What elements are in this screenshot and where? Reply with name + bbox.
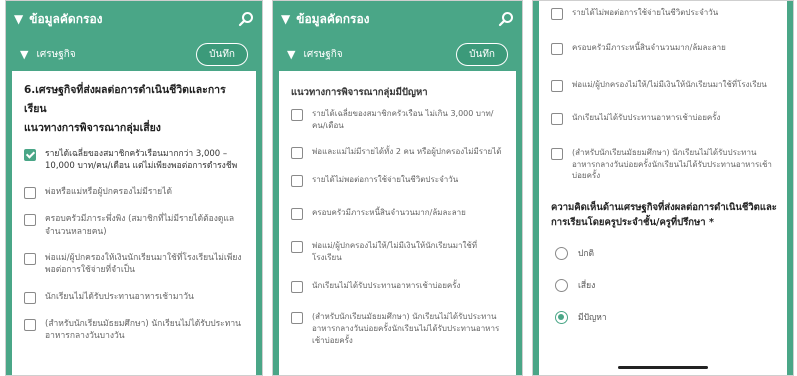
- checkbox[interactable]: [291, 175, 303, 188]
- screen-panel-1: ▼ ข้อมูลคัดกรอง ▼ เศรษฐกิจ บันทึก 6.เศรษ…: [5, 0, 263, 376]
- option-label: รายได้เฉลี่ยของสมาชิกครัวเรือน ไม่เกิน 3…: [312, 109, 494, 130]
- radio-option[interactable]: มีปัญหา: [555, 310, 777, 324]
- checkbox-option[interactable]: ครอบครัวมีภาระหนี้สินจำนวนมาก/ล้มละลาย: [291, 207, 506, 221]
- checkbox-option[interactable]: รายได้เฉลี่ยของสมาชิกครัวเรือนมากกว่า 3,…: [24, 148, 246, 173]
- checkbox-option[interactable]: พ่อหรือแม่หรือผู้ปกครองไม่มีรายได้: [24, 186, 246, 200]
- option-label: นักเรียนไม่ได้รับประทานอาหารเช้าบ่อยครั้…: [572, 113, 721, 122]
- checkbox[interactable]: [291, 281, 303, 294]
- radio-label: มีปัญหา: [578, 313, 607, 324]
- checkbox-option[interactable]: (สำหรับนักเรียนมัธยมศึกษา) นักเรียนไม่ได…: [551, 147, 777, 182]
- option-label: นักเรียนไม่ได้รับประทานอาหารเช้าบ่อยครั้…: [312, 281, 461, 291]
- option-label: (สำหรับนักเรียนมัธยมศึกษา) นักเรียนไม่ได…: [572, 148, 772, 181]
- section-header[interactable]: ▼ เศรษฐกิจ บันทึก: [279, 37, 516, 71]
- checkbox-option[interactable]: ครอบครัวมีภาระหนี้สินจำนวนมาก/ล้มละลาย: [551, 42, 777, 55]
- option-label: นักเรียนไม่ได้รับประทานอาหารเช้ามาวัน: [45, 291, 194, 302]
- screen-panel-2: ▼ ข้อมูลคัดกรอง ▼ เศรษฐกิจ บันทึก แนวทาง…: [272, 0, 523, 376]
- section-container: รายได้ไม่พอต่อการใช้จ่ายในชีวิตประจำวัน …: [533, 1, 793, 375]
- radio-option[interactable]: ปกติ: [555, 246, 777, 260]
- checkbox-option[interactable]: รายได้ไม่พอต่อการใช้จ่ายในชีวิตประจำวัน: [291, 174, 506, 188]
- checkbox-option[interactable]: พ่อแม่/ผู้ปกครองไม่ให้/ไม่มีเงินให้นักเร…: [291, 240, 506, 263]
- chevron-down-icon[interactable]: ▼: [287, 48, 295, 61]
- option-label: ครอบครัวมีภาระหนี้สินจำนวนมาก/ล้มละลาย: [312, 208, 466, 218]
- checkbox-option[interactable]: นักเรียนไม่ได้รับประทานอาหารเช้าบ่อยครั้…: [291, 280, 506, 294]
- checkbox-option[interactable]: นักเรียนไม่ได้รับประทานอาหารเช้ามาวัน: [24, 291, 246, 304]
- checkbox[interactable]: [551, 8, 563, 20]
- checkbox[interactable]: [551, 148, 563, 160]
- checkbox-option[interactable]: รายได้ไม่พอต่อการใช้จ่ายในชีวิตประจำวัน: [551, 7, 777, 20]
- radio-label: เสี่ยง: [578, 281, 596, 292]
- radio-label: ปกติ: [578, 249, 595, 260]
- radio-button[interactable]: [555, 310, 568, 324]
- home-indicator: [618, 366, 708, 369]
- section-label: เศรษฐกิจ: [303, 48, 343, 60]
- app-header: ▼ ข้อมูลคัดกรอง: [273, 1, 522, 37]
- checkbox-option[interactable]: พ่อแม่/ผู้ปกครองให้เงินนักเรียนมาใช้ที่โ…: [24, 252, 246, 277]
- checkbox[interactable]: [551, 113, 563, 125]
- checkbox-option[interactable]: นักเรียนไม่ได้รับประทานอาหารเช้าบ่อยครั้…: [551, 112, 777, 125]
- checkbox[interactable]: [551, 80, 563, 92]
- option-label: พ่อแม่/ผู้ปกครองไม่ให้/ไม่มีเงินให้นักเร…: [572, 80, 767, 89]
- checkbox[interactable]: [24, 214, 36, 227]
- section-header[interactable]: ▼ เศรษฐกิจ บันทึก: [12, 37, 256, 71]
- checkbox[interactable]: [291, 147, 303, 160]
- checkbox-option[interactable]: ครอบครัวมีภาระพึ่งพิง (สมาชิกที่ไม่มีราย…: [24, 213, 246, 238]
- radio-button[interactable]: [555, 278, 568, 292]
- question-title: 6.เศรษฐกิจที่ส่งผลต่อการดำเนินชีวิตและกา…: [24, 84, 226, 115]
- checkbox-option[interactable]: รายได้เฉลี่ยของสมาชิกครัวเรือน ไม่เกิน 3…: [291, 108, 506, 131]
- checkbox[interactable]: [291, 208, 303, 221]
- save-button[interactable]: บันทึก: [196, 42, 248, 66]
- checkbox-option[interactable]: (สำหรับนักเรียนมัธยมศึกษา) นักเรียนไม่ได…: [291, 311, 506, 346]
- option-label: พ่อแม่/ผู้ปกครองให้เงินนักเรียนมาใช้ที่โ…: [45, 252, 242, 276]
- option-label: รายได้ไม่พอต่อการใช้จ่ายในชีวิตประจำวัน: [312, 175, 459, 185]
- option-label: พ่อแม่/ผู้ปกครองไม่ให้/ไม่มีเงินให้นักเร…: [312, 241, 478, 262]
- checkbox-option[interactable]: พ่อแม่/ผู้ปกครองไม่ให้/ไม่มีเงินให้นักเร…: [551, 79, 777, 92]
- option-label: ครอบครัวมีภาระหนี้สินจำนวนมาก/ล้มละลาย: [572, 43, 726, 52]
- option-label: รายได้ไม่พอต่อการใช้จ่ายในชีวิตประจำวัน: [572, 8, 719, 17]
- checkbox-option[interactable]: พ่อและแม่ไม่มีรายได้ทั้ง 2 คน หรือผู้ปกค…: [291, 146, 506, 160]
- section-container: ▼ เศรษฐกิจ บันทึก 6.เศรษฐกิจที่ส่งผลต่อก…: [6, 37, 262, 375]
- radio-option[interactable]: เสี่ยง: [555, 278, 777, 292]
- radio-button[interactable]: [555, 246, 568, 260]
- option-label: (สำหรับนักเรียนมัธยมศึกษา) นักเรียนไม่ได…: [312, 312, 500, 345]
- chevron-down-icon[interactable]: ▼: [20, 48, 28, 61]
- section-container: ▼ เศรษฐกิจ บันทึก แนวทางการพิจารณากลุ่มม…: [273, 37, 522, 375]
- checkbox[interactable]: [291, 109, 303, 121]
- chevron-down-icon[interactable]: ▼: [14, 12, 23, 26]
- option-label: พ่อและแม่ไม่มีรายได้ทั้ง 2 คน หรือผู้ปกค…: [312, 147, 502, 157]
- criteria-heading: แนวทางการพิจารณากลุ่มมีปัญหา: [291, 87, 428, 98]
- section-label: เศรษฐกิจ: [36, 48, 76, 60]
- checkbox[interactable]: [291, 312, 303, 325]
- page-title: ข้อมูลคัดกรอง: [29, 11, 103, 26]
- checkbox[interactable]: [24, 252, 36, 265]
- search-icon[interactable]: [498, 11, 514, 27]
- checkbox[interactable]: [24, 291, 36, 304]
- page-title: ข้อมูลคัดกรอง: [296, 11, 370, 26]
- option-label: (สำหรับนักเรียนมัธยมศึกษา) นักเรียนไม่ได…: [45, 318, 241, 341]
- option-label: ครอบครัวมีภาระพึ่งพิง (สมาชิกที่ไม่มีราย…: [45, 214, 235, 237]
- criteria-heading: แนวทางการพิจารณากลุ่มเสี่ยง: [24, 121, 161, 134]
- opinion-question: ความคิดเห็นด้านเศรษฐกิจที่ส่งผลต่อการดำเ…: [551, 201, 777, 228]
- checkbox[interactable]: [24, 318, 36, 331]
- checkbox[interactable]: [551, 43, 563, 55]
- option-label: รายได้เฉลี่ยของสมาชิกครัวเรือนมากกว่า 3,…: [45, 148, 238, 171]
- option-label: พ่อหรือแม่หรือผู้ปกครองไม่มีรายได้: [45, 187, 172, 198]
- app-header: ▼ ข้อมูลคัดกรอง: [6, 1, 262, 37]
- search-icon[interactable]: [238, 11, 254, 27]
- chevron-down-icon[interactable]: ▼: [281, 12, 290, 26]
- screen-panel-3: รายได้ไม่พอต่อการใช้จ่ายในชีวิตประจำวัน …: [532, 0, 794, 376]
- checkbox-option[interactable]: (สำหรับนักเรียนมัธยมศึกษา) นักเรียนไม่ได…: [24, 318, 246, 343]
- checkbox[interactable]: [24, 187, 36, 200]
- checkbox[interactable]: [24, 148, 36, 161]
- save-button[interactable]: บันทึก: [456, 42, 508, 66]
- checkbox[interactable]: [291, 241, 303, 254]
